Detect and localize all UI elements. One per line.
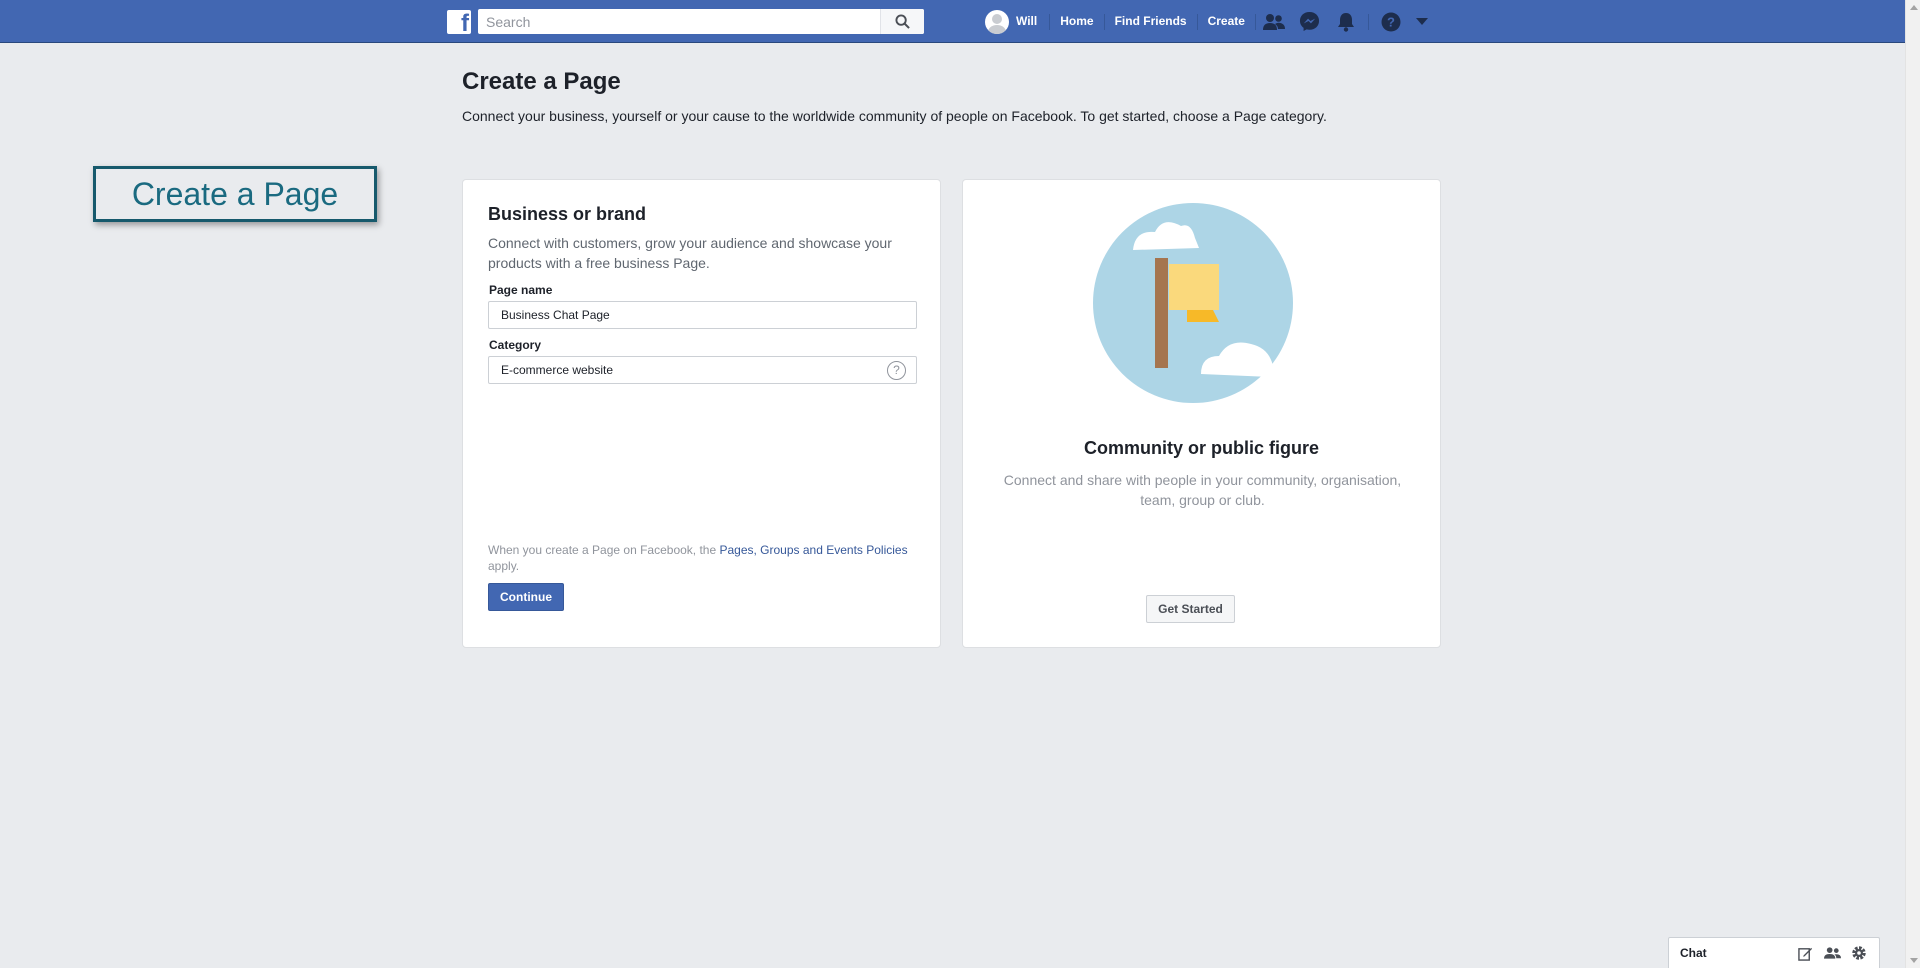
notifications-button[interactable] <box>1328 9 1364 34</box>
notifications-icon <box>1337 12 1354 32</box>
chat-bar: Chat <box>1668 937 1880 968</box>
policy-notice: When you create a Page on Facebook, the … <box>488 542 918 574</box>
help-button[interactable]: ? <box>1373 9 1409 34</box>
top-navigation-bar: f Will Home Find Friends Create <box>0 0 1905 43</box>
policies-link[interactable]: Pages, Groups and Events Policies <box>719 543 907 557</box>
friend-requests-icon <box>1262 13 1285 30</box>
get-started-button[interactable]: Get Started <box>1146 595 1235 623</box>
avatar <box>985 9 1009 34</box>
new-message-button[interactable] <box>1793 943 1817 963</box>
page-name-label: Page name <box>489 283 553 297</box>
page-subtitle: Connect your business, yourself or your … <box>462 108 1327 124</box>
account-menu-button[interactable] <box>1409 9 1435 34</box>
nav-divider <box>1367 13 1369 30</box>
svg-text:?: ? <box>1387 14 1395 29</box>
overlay-annotation-label: Create a Page <box>93 166 377 222</box>
page-title: Create a Page <box>462 68 621 95</box>
category-field: ? <box>488 356 917 384</box>
scroll-up-icon[interactable] <box>1910 5 1918 10</box>
page-scrollbar[interactable] <box>1905 0 1920 968</box>
search-input[interactable] <box>478 9 880 34</box>
profile-link[interactable]: Will <box>985 9 1049 34</box>
account-menu-icon <box>1415 17 1428 25</box>
policy-prefix: When you create a Page on Facebook, the <box>488 543 720 557</box>
business-card-description: Connect with customers, grow your audien… <box>488 235 892 271</box>
facebook-logo-icon[interactable]: f <box>447 10 471 37</box>
search-bar <box>478 9 924 34</box>
flag-illustration-icon <box>1093 203 1295 403</box>
category-help-icon[interactable]: ? <box>887 361 906 380</box>
category-label: Category <box>489 338 542 352</box>
nav-find-friends-link[interactable]: Find Friends <box>1105 9 1197 34</box>
nav-home-link[interactable]: Home <box>1050 9 1103 34</box>
business-card-title: Business or brand <box>488 204 647 224</box>
friend-requests-button[interactable] <box>1256 9 1292 34</box>
create-group-button[interactable] <box>1820 943 1844 963</box>
search-icon <box>895 14 910 29</box>
category-input[interactable] <box>489 357 916 383</box>
new-message-icon <box>1797 947 1812 961</box>
user-name: Will <box>1016 14 1038 28</box>
community-or-public-figure-card: Community or public figure Connect and s… <box>962 179 1441 648</box>
community-card-description: Connect and share with people in your co… <box>1003 472 1402 508</box>
settings-icon <box>1852 946 1866 960</box>
help-icon: ? <box>1381 12 1401 31</box>
logo-letter: f <box>461 10 469 37</box>
messenger-icon <box>1300 11 1320 32</box>
group-icon <box>1823 947 1841 959</box>
community-card-title: Community or public figure <box>1083 438 1319 458</box>
page-name-input[interactable] <box>489 302 916 328</box>
chat-settings-button[interactable] <box>1847 943 1871 963</box>
top-nav: Will Home Find Friends Create ? <box>985 9 1435 34</box>
nav-create-link[interactable]: Create <box>1198 9 1255 34</box>
business-or-brand-card: Business or brand Connect with customers… <box>462 179 941 648</box>
policy-suffix: apply. <box>488 559 520 573</box>
scroll-down-icon[interactable] <box>1910 958 1918 963</box>
page-name-field <box>488 301 917 329</box>
messenger-button[interactable] <box>1292 9 1328 34</box>
continue-button[interactable]: Continue <box>488 583 564 611</box>
search-button[interactable] <box>880 9 924 34</box>
chat-label[interactable]: Chat <box>1680 946 1793 960</box>
